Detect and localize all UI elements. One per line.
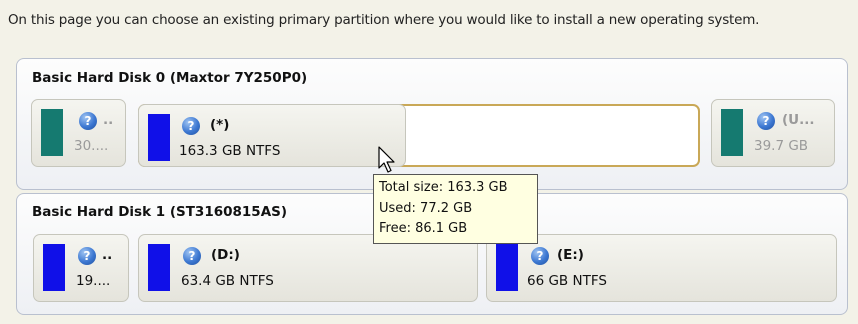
- partition-color-bar: [43, 244, 65, 291]
- tooltip-total-size: Total size: 163.3 GB: [379, 180, 508, 195]
- disk-1-title: Basic Hard Disk 1 (ST3160815AS): [32, 204, 288, 220]
- disk-0-partition-2-selected[interactable]: ? (*) 163.3 GB NTFS: [138, 104, 700, 167]
- partition-color-bar: [496, 244, 518, 291]
- partition-label: (D:): [211, 247, 240, 263]
- partition-label: ..: [103, 112, 114, 128]
- partition-label: ..: [102, 247, 113, 263]
- partition-used-space: ? (*) 163.3 GB NTFS: [138, 104, 406, 167]
- partition-color-bar: [721, 109, 743, 156]
- partition-color-bar: [148, 114, 170, 161]
- disk-0-partition-3[interactable]: ? (U... 39.7 GB: [711, 99, 835, 167]
- disk-0-panel: Basic Hard Disk 0 (Maxtor 7Y250P0) ? .. …: [16, 58, 848, 190]
- partition-size: 19....: [76, 273, 111, 289]
- disk-1-partition-3[interactable]: ? (E:) 66 GB NTFS: [486, 234, 837, 302]
- tooltip-free: Free: 86.1 GB: [379, 221, 468, 236]
- partition-color-bar: [148, 244, 170, 291]
- partition-label: (E:): [557, 247, 584, 263]
- partition-size: 39.7 GB: [754, 138, 809, 154]
- help-question-icon: ?: [78, 247, 96, 265]
- disk-0-partition-1[interactable]: ? .. 30....: [31, 99, 126, 167]
- partition-size: 163.3 GB NTFS: [179, 143, 281, 159]
- tooltip-used: Used: 77.2 GB: [379, 200, 473, 216]
- partition-label: (U...: [782, 112, 815, 128]
- disk-1-partition-1[interactable]: ? .. 19....: [33, 234, 129, 302]
- instruction-text: On this page you can choose an existing …: [8, 12, 760, 28]
- partition-tooltip: Total size: 163.3 GB Used: 77.2 GB Free:…: [373, 174, 538, 244]
- disk-0-title: Basic Hard Disk 0 (Maxtor 7Y250P0): [32, 70, 308, 86]
- help-question-icon: ?: [79, 112, 97, 130]
- partition-size: 63.4 GB NTFS: [181, 273, 274, 289]
- disk-1-partition-2[interactable]: ? (D:) 63.4 GB NTFS: [138, 234, 478, 302]
- partition-color-bar: [41, 109, 63, 156]
- help-question-icon: ?: [757, 112, 775, 130]
- partition-size: 66 GB NTFS: [527, 273, 607, 289]
- help-question-icon: ?: [183, 247, 201, 265]
- partition-label: (*): [210, 117, 230, 133]
- mouse-pointer-icon: [378, 146, 395, 173]
- help-question-icon: ?: [531, 247, 549, 265]
- partition-size: 30....: [74, 138, 109, 154]
- help-question-icon: ?: [182, 117, 200, 135]
